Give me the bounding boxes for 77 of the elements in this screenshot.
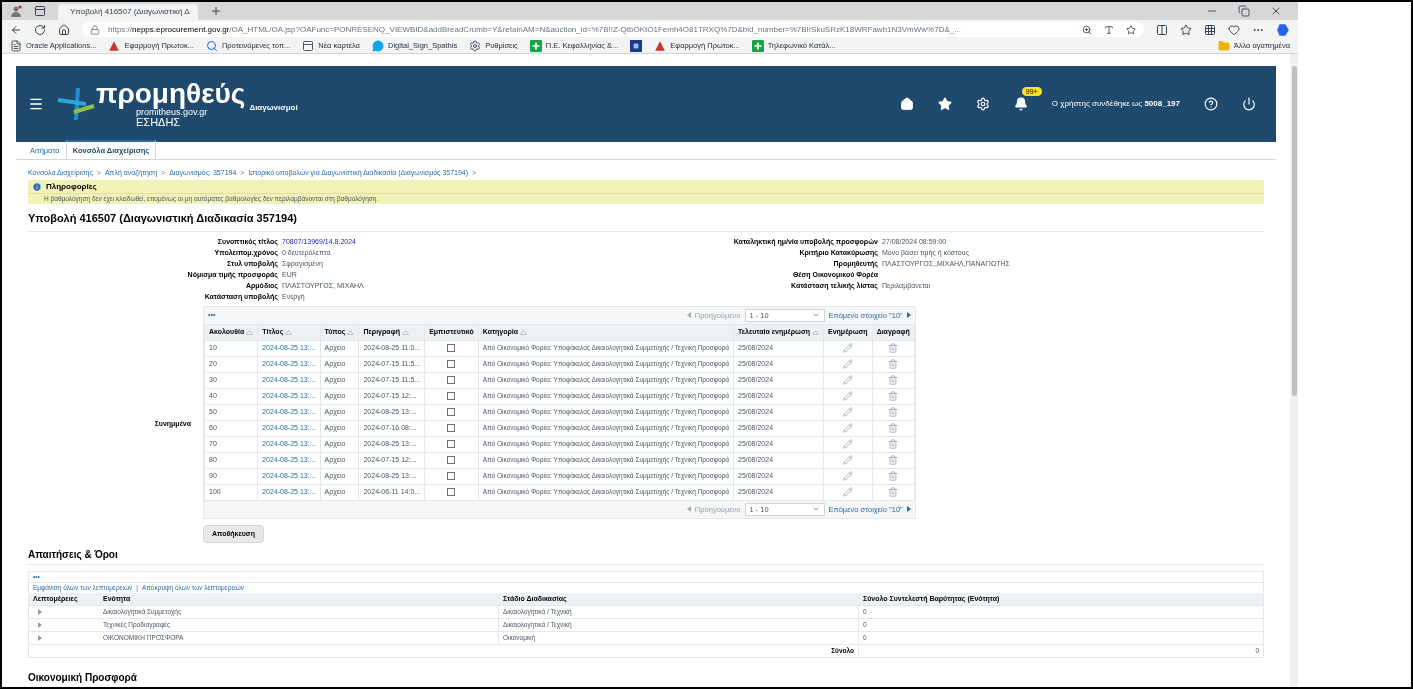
triangle-logo-icon	[654, 40, 667, 52]
delete-icon[interactable]	[888, 470, 899, 481]
page-title: Υποβολή 416507 (Διαγωνιστική Διαδικασία 357194)	[28, 206, 1264, 232]
folder-icon	[1217, 40, 1230, 52]
delete-icon[interactable]	[888, 374, 899, 385]
new-tab-icon[interactable]	[210, 5, 222, 17]
delete-icon[interactable]	[888, 438, 899, 449]
tab-actions-icon[interactable]	[34, 5, 46, 17]
sort-icon	[285, 329, 293, 335]
plus-square-icon	[751, 40, 764, 52]
checkbox[interactable]	[447, 391, 456, 400]
chat-bubble-icon	[371, 40, 384, 52]
delete-icon[interactable]	[888, 422, 899, 433]
app-name: Διαγωνισμοί	[249, 102, 298, 114]
sort-icon	[401, 329, 409, 335]
tab-icon	[302, 40, 315, 52]
checkbox[interactable]	[447, 423, 456, 432]
expand-arrow-icon[interactable]	[37, 609, 43, 616]
logo-text: προμηθεύς	[96, 80, 246, 108]
right-triangle-icon	[906, 312, 911, 319]
sort-icon	[246, 329, 254, 335]
checkbox[interactable]	[447, 359, 456, 368]
left-triangle-icon	[686, 312, 691, 319]
bookmark[interactable]	[630, 40, 643, 52]
logo-subtitle: ΕΣΗΔΗΣ	[136, 117, 181, 128]
home-icon[interactable]	[58, 23, 70, 36]
checkbox[interactable]	[447, 407, 456, 416]
delete-icon[interactable]	[888, 342, 899, 353]
info-title: Πληροφορίες	[46, 180, 97, 193]
expand-arrow-icon[interactable]	[37, 622, 43, 629]
browser-tab[interactable]: Υποβολή 416507 (Διαγωνιστική Δ	[58, 4, 198, 20]
search-icon	[205, 40, 218, 52]
delete-icon[interactable]	[888, 454, 899, 465]
user-label: Ο χρήστης συνδέθηκε ως 5008_197	[1051, 98, 1180, 110]
copilot-icon[interactable]	[1276, 22, 1290, 37]
split-screen-icon[interactable]	[1156, 23, 1168, 36]
page-icon	[10, 40, 22, 52]
star-icon[interactable]	[937, 97, 952, 111]
back-icon[interactable]	[10, 23, 22, 36]
sort-icon	[520, 329, 528, 335]
profile-icon	[10, 5, 22, 17]
section-heading: Απαιτήσεις & Όροι	[28, 547, 1264, 566]
left-triangle-icon	[686, 506, 691, 513]
help-icon[interactable]	[1204, 97, 1218, 111]
close-icon[interactable]	[1270, 5, 1282, 17]
section-heading: Οικονομική Προσφορά	[28, 670, 1264, 687]
triangle-logo-icon	[108, 40, 121, 52]
plus-square-icon	[529, 40, 542, 52]
info-icon	[32, 181, 42, 192]
settings-icon[interactable]	[975, 97, 990, 111]
delete-icon[interactable]	[888, 390, 899, 401]
cross-logo-icon	[56, 86, 96, 122]
delete-icon[interactable]	[888, 406, 899, 417]
settings-icon	[469, 40, 482, 52]
heart-icon[interactable]	[1228, 23, 1240, 36]
square-logo-icon	[630, 40, 643, 52]
checkbox[interactable]	[447, 455, 456, 464]
checkbox[interactable]	[447, 343, 456, 352]
checkbox[interactable]	[447, 375, 456, 384]
sort-icon	[347, 329, 355, 335]
checkbox[interactable]	[447, 471, 456, 480]
delete-icon[interactable]	[888, 486, 899, 497]
menu-icon[interactable]	[28, 96, 44, 112]
reload-icon[interactable]	[34, 23, 46, 36]
sort-icon	[812, 329, 820, 335]
checkbox[interactable]	[447, 439, 456, 448]
expand-arrow-icon[interactable]	[37, 635, 43, 642]
checkbox[interactable]	[447, 487, 456, 496]
logo-site: promitheus.gov.gr	[136, 108, 208, 117]
favorites-icon[interactable]	[1180, 23, 1192, 36]
notification-icon[interactable]	[1013, 97, 1028, 111]
logout-icon[interactable]	[1242, 97, 1256, 111]
address-bar[interactable]: https://nepps.eprocurement.gov.gr/OA_HTML/OA.jsp?OAFunc=PONRESENQ_VIEWBID&addBreadCrumb=Y&retainAM=N&auction_id=%7B!!Z-QtbOKtO1Femh4O81TRXQ%7D&bid_number=%7B!!SkuSRzK18WRFawb1N3VmWw%7D&_...	[82, 22, 1144, 37]
delete-icon[interactable]	[888, 358, 899, 369]
restore-icon[interactable]	[1238, 5, 1250, 17]
right-triangle-icon	[906, 506, 911, 513]
collections-icon[interactable]	[1204, 23, 1216, 36]
